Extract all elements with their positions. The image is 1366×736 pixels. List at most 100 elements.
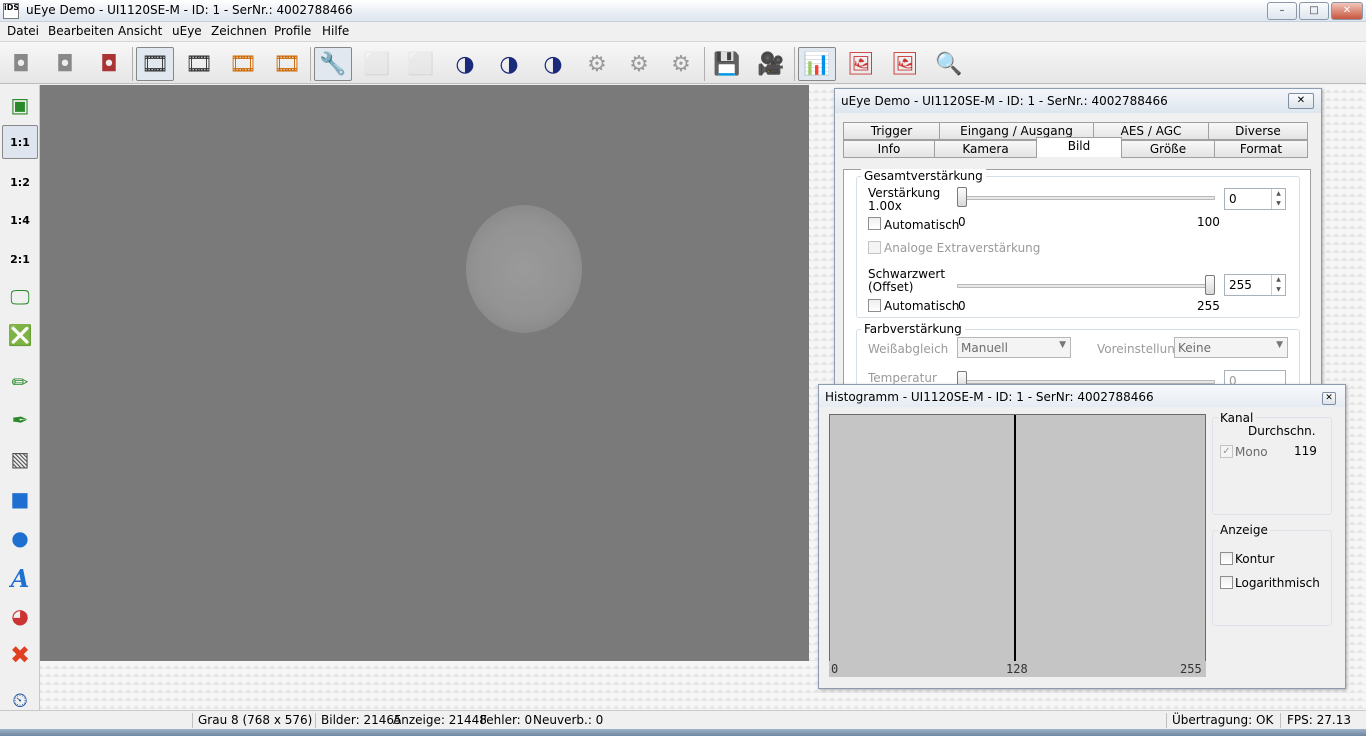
analog-extra-checkbox[interactable] [868,241,881,254]
status-errors: Fehler: 0 [480,713,533,727]
channel-group-title: Kanal [1218,411,1256,425]
main-toolbar: ◘ ◘ ◘ 🎞 🎞 🎞 🎞 🔧 ⬜ ⬜ ◑ ◑ ◑ ⚙ ⚙ ⚙ 💾 🎥 📊 🖼 … [0,41,1366,84]
hotpixel-aoi-icon[interactable]: ◑ [490,47,528,81]
white-balance-select[interactable]: Manuell ▼ [957,337,1071,358]
delete-drawing-icon[interactable]: ✖ [2,638,38,672]
title-bar: iDS uEye Demo - UI1120SE-M - ID: 1 - Ser… [0,0,1366,22]
preset-value: Keine [1178,341,1211,355]
status-format: Grau 8 (768 x 576) [198,713,313,727]
axis-tick-255: 255 [1180,662,1202,676]
polyline-icon[interactable]: ✒ [2,403,38,437]
live-video-icon[interactable]: 🎞 [136,47,174,81]
zoom-1-1-icon[interactable]: 1:1 [2,125,38,159]
ellipse-icon[interactable]: ● [2,521,38,555]
zoom-1-4-icon[interactable]: 1:4 [2,203,38,237]
app-icon: iDS [3,3,19,19]
color-gain-group-title: Farbverstärkung [861,322,965,336]
tab-groesse[interactable]: Größe [1121,140,1215,158]
shape-icon[interactable]: ▧ [2,442,38,476]
tab-info[interactable]: Info [843,140,935,158]
camera-image[interactable] [40,85,809,661]
menu-zeichnen[interactable]: Zeichnen [211,24,267,38]
black-max-label: 255 [1197,299,1220,313]
gain-auto-checkbox[interactable] [868,217,881,230]
os-taskbar [0,729,1366,736]
menu-hilfe[interactable]: Hilfe [322,24,349,38]
film-step-icon[interactable]: 🎞 [268,47,306,81]
menu-datei[interactable]: Datei [7,24,39,38]
tab-trigger[interactable]: Trigger [843,122,940,140]
hotpixel-delete-icon[interactable]: ◑ [534,47,572,81]
gain-factor: 1.00x [868,199,902,213]
line-view-icon[interactable]: 🖼 [842,47,880,81]
gain-slider-track [957,196,1215,200]
rectangle-icon[interactable]: ■ [2,482,38,516]
camera-open-icon[interactable]: ◘ [2,47,40,81]
settings-dialog-title: uEye Demo - UI1120SE-M - ID: 1 - SerNr.:… [835,89,1321,113]
image-bright-spot [466,205,582,333]
pencil-icon[interactable]: ✏ [2,365,38,399]
contour-checkbox[interactable] [1220,552,1233,565]
gain-slider-thumb[interactable] [957,187,967,207]
fit-window-icon[interactable]: ▣ [2,88,38,122]
toolbar-separator [310,47,311,81]
histogram-plot [829,414,1206,677]
gain-group-title: Gesamtverstärkung [861,169,986,183]
histogram-close-button[interactable]: ✕ [1322,392,1336,405]
hotpixel-settings-icon[interactable]: ◑ [446,47,484,81]
tab-kamera[interactable]: Kamera [934,140,1037,158]
camera-open-all-icon[interactable]: ◘ [46,47,84,81]
minimize-button[interactable]: – [1267,2,1297,20]
gear-delete-icon[interactable]: ⚙ [662,47,700,81]
zoom-in-icon[interactable]: 🔍 [930,47,968,81]
display-group-title: Anzeige [1218,523,1270,537]
mono-checkbox[interactable]: ✓ [1220,445,1233,458]
status-separator [192,713,193,728]
histogram-icon[interactable]: 📊 [798,47,836,81]
logarithmic-checkbox[interactable] [1220,576,1233,589]
tab-diverse[interactable]: Diverse [1208,122,1308,140]
maximize-button[interactable]: □ [1299,2,1329,20]
status-bar: Grau 8 (768 x 576) Bilder: 21465 Anzeige… [0,710,1366,729]
chevron-down-icon: ▼ [1059,340,1066,350]
gear-icon[interactable]: ⚙ [578,47,616,81]
black-spin-arrows-icon[interactable]: ▲ ▼ [1271,275,1285,295]
contour-label: Kontur [1235,552,1275,566]
histogram-peak-bar [1014,415,1016,662]
aoi-delete-icon[interactable]: ⬜ [402,47,440,81]
menu-ueye[interactable]: uEye [172,24,202,38]
column-view-icon[interactable]: 🖼 [886,47,924,81]
zoom-1-2-icon[interactable]: 1:2 [2,165,38,199]
monitor-fit-icon[interactable]: 🖵 [2,280,38,314]
close-button[interactable]: ✕ [1331,2,1363,20]
black-slider-thumb[interactable] [1205,275,1215,295]
gain-label: Verstärkung [868,186,941,200]
status-separator [315,713,316,728]
aoi-icon[interactable]: ⬜ [358,47,396,81]
camera-close-icon[interactable]: ◘ [90,47,128,81]
preset-label: Voreinstellung [1097,342,1183,356]
tab-bild[interactable]: Bild [1036,137,1122,157]
black-slider-track [957,284,1215,288]
axis-tick-0: 0 [831,662,839,676]
film-trigger-icon[interactable]: 🎞 [224,47,262,81]
black-auto-checkbox[interactable] [868,299,881,312]
menu-profile[interactable]: Profile [274,24,311,38]
text-icon[interactable]: A [2,561,38,595]
snapshot-film-icon[interactable]: 🎞 [180,47,218,81]
monitor-close-icon[interactable]: ❎ [2,318,38,352]
preset-select[interactable]: Keine ▼ [1174,337,1288,358]
record-video-icon[interactable]: 🎥 [752,47,790,81]
zoom-2-1-icon[interactable]: 2:1 [2,242,38,276]
settings-close-button[interactable]: ✕ [1288,93,1314,109]
color-wheel-icon[interactable]: ◕ [2,599,38,633]
menu-ansicht[interactable]: Ansicht [118,24,162,38]
gear-frame-icon[interactable]: ⚙ [620,47,658,81]
gain-spin-arrows-icon[interactable]: ▲ ▼ [1271,189,1285,209]
black-spinbox[interactable]: 255 ▲ ▼ [1224,274,1286,296]
menu-bearbeiten[interactable]: Bearbeiten [48,24,114,38]
tab-format[interactable]: Format [1214,140,1308,158]
gain-spinbox[interactable]: 0 ▲ ▼ [1224,188,1286,210]
save-icon[interactable]: 💾 [708,47,746,81]
wrench-icon[interactable]: 🔧 [314,47,352,81]
